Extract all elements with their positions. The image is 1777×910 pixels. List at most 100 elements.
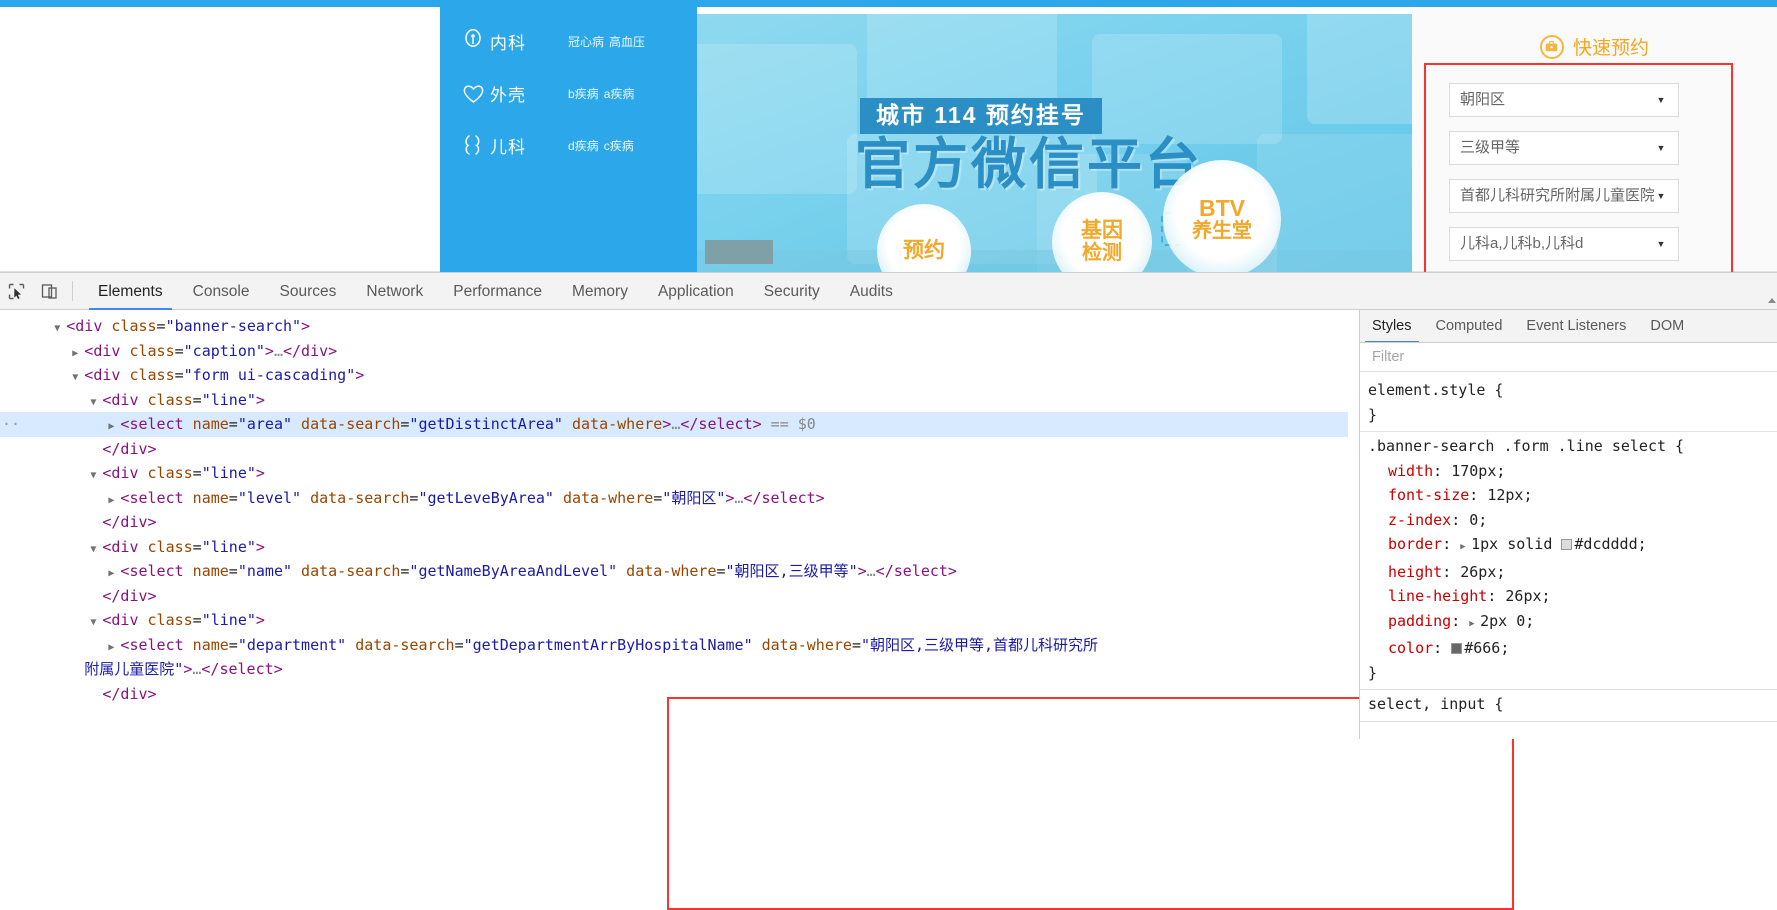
no-triangle [90,593,102,604]
dom-tree-line[interactable]: </div> [0,682,1348,707]
dom-tree-line[interactable]: ▼ <div class="banner-search"> [0,314,1348,339]
dom-token: div [111,611,139,629]
inspect-cursor-icon[interactable] [0,273,33,310]
department-row-surgery[interactable]: 外壳 b疾病 a疾病 [440,67,697,119]
expand-triangle-icon[interactable]: ▶ [108,642,120,653]
devtools-tab-audits[interactable]: Audits [835,273,908,310]
dom-token: > [752,415,762,433]
dom-token: > [328,341,338,360]
dom-tree-line[interactable]: ▶ <select name="level" data-search="getL… [0,486,1348,511]
dom-tree-line[interactable]: ▶ <select name="department" data-search=… [0,633,1348,658]
devtools-tab-application[interactable]: Application [643,273,749,310]
dom-tree-line[interactable]: ▼ <div class="line"> [0,608,1348,633]
dom-token: > [301,317,311,335]
css-property: font-size [1388,486,1470,504]
banner-dark-block [705,240,773,264]
dom-tree-line[interactable]: </div> [0,510,1348,535]
css-declaration[interactable]: z-index: 0; [1360,508,1777,533]
css-declaration[interactable]: padding: ▶ 2px 0; [1360,609,1777,637]
department-tag[interactable]: b疾病 [568,87,599,101]
dom-token: select [129,562,184,580]
css-declaration[interactable]: height: 26px; [1360,560,1777,585]
css-selector: element.style { [1368,381,1504,399]
collapse-triangle-icon[interactable]: ▼ [72,372,84,383]
select-department[interactable]: 儿科a,儿科b,儿科d ▼ [1449,227,1679,261]
department-tag[interactable]: c疾病 [604,139,634,153]
select-hospital-name[interactable]: 首都儿科研究所附属儿童医院 ▼ [1449,179,1679,213]
color-swatch-icon[interactable] [1451,643,1463,654]
dom-tree-line[interactable]: ▼ <div class="line"> [0,461,1348,486]
css-property: border [1388,535,1443,553]
scroll-up-arrow-icon[interactable] [1768,298,1776,303]
color-swatch-icon[interactable] [1561,539,1573,550]
dom-tree-line[interactable]: ▼ <div class="line"> [0,388,1348,413]
css-rule[interactable]: .banner-search .form .line select {width… [1360,432,1777,690]
device-toolbar-icon[interactable] [33,273,66,310]
css-rule[interactable]: select, input { [1360,690,1777,722]
dom-token: = [653,488,663,507]
dom-token: "area" [237,415,293,433]
collapse-triangle-icon[interactable]: ▼ [90,397,102,408]
expand-triangle-icon[interactable]: ▶ [108,495,120,506]
expand-triangle-icon[interactable]: ▶ [1460,542,1471,552]
css-colon: : [1469,486,1488,504]
styles-filter-input[interactable]: Filter [1360,343,1777,372]
css-declaration[interactable]: border: ▶ 1px solid #dcdddd; [1360,532,1777,560]
css-rule[interactable]: element.style {} [1360,376,1777,432]
stethoscope-icon [456,29,490,53]
styles-tab-styles[interactable]: Styles [1360,310,1424,342]
department-row-internal[interactable]: 内科 冠心病 高血压 [440,15,697,67]
promo-banner[interactable]: 城市 114 预约挂号 官方微信平台 预约 基因 检测 BTV 养生堂 [697,14,1412,272]
form-line-level: 三级甲等 ▼ [1449,131,1679,165]
devtools-tab-console[interactable]: Console [178,273,265,310]
chevron-down-icon: ▼ [1656,95,1666,105]
devtools-tab-security[interactable]: Security [749,273,835,310]
css-declaration[interactable]: width: 170px; [1360,459,1777,484]
dom-tree-line[interactable]: ▼ <div class="line"> [0,535,1348,560]
dom-tree-line[interactable]: ▶ <select name="name" data-search="getNa… [0,559,1348,584]
expand-triangle-icon[interactable]: ▶ [108,568,120,579]
quick-booking-title-text: 快速预约 [1572,38,1649,59]
select-level[interactable]: 三级甲等 ▼ [1449,131,1679,165]
dom-tree-line[interactable]: ·· ▶ <select name="area" data-search="ge… [0,412,1348,437]
dom-tree-line[interactable]: ▼ <div class="form ui-cascading"> [0,363,1348,388]
dom-token: </ [743,488,762,507]
styles-tab-event-listeners[interactable]: Event Listeners [1514,310,1638,342]
department-tag[interactable]: 冠心病 [568,35,604,49]
devtools-tab-network[interactable]: Network [351,273,438,310]
styles-tab-computed[interactable]: Computed [1424,310,1515,342]
styles-tab-dom[interactable]: DOM [1638,310,1696,342]
collapse-triangle-icon[interactable]: ▼ [90,470,102,481]
css-value: 0; [1469,510,1488,529]
css-declaration[interactable]: font-size: 12px; [1360,483,1777,508]
bubble-line2: 检测 [1082,241,1122,264]
devtools-tab-elements[interactable]: Elements [83,273,178,310]
dom-tree-line[interactable]: </div> [0,437,1348,462]
collapse-triangle-icon[interactable]: ▼ [54,323,66,334]
dom-tree-line[interactable]: </div> [0,584,1348,609]
dom-tree-pane[interactable]: ▼ <div class="banner-search"> ▶ <div cla… [0,310,1348,739]
dom-token: > [264,341,274,360]
dom-token: </ [282,341,302,360]
department-tag[interactable]: a疾病 [604,87,635,101]
dom-token: data-where [626,562,717,580]
css-declaration[interactable]: color: #666; [1360,636,1777,661]
dom-token: class [147,611,193,629]
department-row-pediatrics[interactable]: 儿科 d疾病 c疾病 [440,119,697,171]
collapse-triangle-icon[interactable]: ▼ [90,544,102,555]
css-declaration[interactable]: line-height: 26px; [1360,584,1777,609]
dom-tree-line[interactable]: ▶ <div class="caption">…</div> [0,339,1348,364]
devtools-tab-sources[interactable]: Sources [265,273,352,310]
expand-triangle-icon[interactable]: ▶ [1469,619,1480,629]
dom-token: = [192,611,202,629]
department-tag[interactable]: d疾病 [568,139,599,153]
expand-triangle-icon[interactable]: ▶ [72,348,84,359]
collapse-triangle-icon[interactable]: ▼ [90,617,102,628]
dom-token: "getLeveByArea" [418,488,554,507]
devtools-tab-memory[interactable]: Memory [557,273,643,310]
expand-triangle-icon[interactable]: ▶ [108,421,120,432]
dom-tree-line[interactable]: 附属儿童医院">…</select> [0,657,1348,682]
devtools-tab-performance[interactable]: Performance [438,273,557,310]
department-tag[interactable]: 高血压 [609,35,645,49]
select-area[interactable]: 朝阳区 ▼ [1449,83,1679,117]
